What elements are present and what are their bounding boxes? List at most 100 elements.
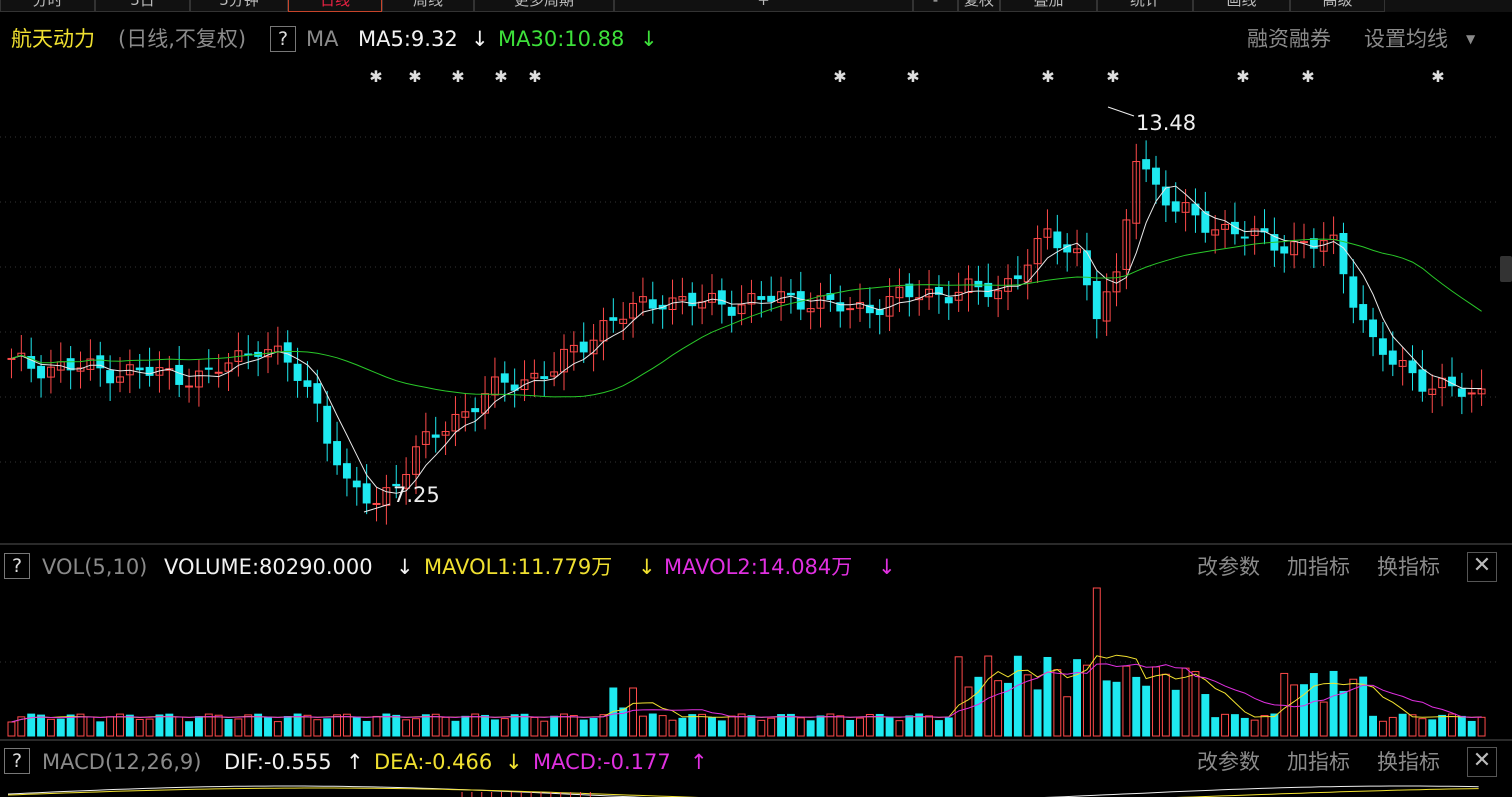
volume-bar [1161, 673, 1170, 737]
tab-3[interactable]: 日线 [288, 0, 382, 12]
tab-6[interactable]: + [614, 0, 913, 12]
close-icon[interactable]: ✕ [1467, 552, 1497, 582]
volume-bar [204, 713, 213, 737]
macd-chart[interactable] [0, 780, 1500, 797]
volume-bar [954, 656, 963, 737]
arrow-down-icon: ↓ [638, 555, 656, 579]
tab-12[interactable]: 高级 [1290, 0, 1385, 12]
arrow-down-icon: ↓ [471, 27, 489, 51]
volume-bar [135, 718, 144, 737]
change-indicator-button[interactable]: 换指标 [1377, 747, 1440, 777]
volume-bar [589, 717, 598, 737]
volume-bar [1448, 713, 1456, 737]
volume-bar [37, 714, 46, 737]
volume-bar [846, 719, 855, 737]
volume-bar [678, 717, 687, 737]
volume-bar [155, 714, 164, 737]
help-button[interactable]: ? [4, 553, 30, 579]
candle-body [1349, 276, 1358, 308]
volume-bar [905, 715, 914, 737]
mavol2-line [11, 663, 1482, 723]
candle-body [333, 441, 342, 466]
candle-body [1339, 233, 1348, 275]
dea-value: DEA:-0.466 [374, 750, 493, 774]
volume-bar [1191, 671, 1200, 737]
volume-bar [421, 714, 430, 737]
volume-bar [727, 715, 736, 737]
close-icon[interactable]: ✕ [1467, 747, 1497, 777]
volume-bar [175, 716, 184, 737]
tab-10[interactable]: 统计 [1097, 0, 1193, 12]
candle-body [1457, 388, 1466, 397]
volume-bar [1102, 680, 1111, 737]
scrollbar-handle[interactable] [1500, 256, 1512, 282]
volume-bar [717, 720, 726, 737]
event-marker-icon: ✱ [1236, 67, 1249, 86]
set-ma-button[interactable]: 设置均线 [1364, 24, 1448, 54]
volume-indicator-name: VOL(5,10) [42, 555, 148, 579]
volume-bar [1171, 689, 1180, 737]
event-marker-icon: ✱ [451, 67, 464, 86]
candle-body [1418, 369, 1427, 392]
tab-8[interactable]: 复权 [958, 0, 1000, 12]
volume-bar [1378, 720, 1387, 737]
volume-bar [1388, 716, 1397, 737]
change-indicator-button[interactable]: 换指标 [1377, 552, 1440, 582]
tab-0[interactable]: 分时 [0, 0, 95, 12]
volume-bar [569, 715, 578, 737]
help-button[interactable]: ? [270, 26, 296, 52]
volume-bar [1181, 667, 1190, 737]
volume-bar [579, 719, 588, 737]
edit-params-button[interactable]: 改参数 [1197, 552, 1260, 582]
margin-trading-button[interactable]: 融资融券 [1247, 24, 1331, 54]
volume-bar [925, 715, 934, 737]
volume-bar [1260, 715, 1269, 737]
edit-params-button[interactable]: 改参数 [1197, 747, 1260, 777]
volume-bar [609, 687, 618, 737]
volume-bar [412, 718, 420, 737]
candle-body [214, 371, 223, 374]
volume-chart[interactable] [0, 584, 1500, 738]
candle-body [1171, 201, 1180, 212]
ma30-line [11, 238, 1482, 398]
volume-bar [1053, 669, 1062, 737]
tab-2[interactable]: 5分钟 [190, 0, 288, 12]
candle-body [431, 434, 440, 438]
volume-bar [540, 720, 549, 737]
add-indicator-button[interactable]: 加指标 [1287, 552, 1350, 582]
volume-bar [1043, 656, 1052, 737]
chevron-down-icon: ▼ [1466, 32, 1476, 46]
tab-11[interactable]: 画线 [1193, 0, 1290, 12]
help-button[interactable]: ? [4, 748, 30, 774]
volume-bar [1221, 713, 1230, 737]
candle-body [204, 367, 213, 370]
volume-bar [1013, 655, 1022, 737]
tab-1[interactable]: 5日 [95, 0, 190, 12]
volume-bar [323, 718, 332, 737]
volume-bar [1408, 714, 1417, 737]
price-chart[interactable]: 13.48 7.25 ✱ ✱ ✱ ✱ ✱ ✱ ✱ ✱ ✱ ✱ ✱ ✱ [0, 60, 1500, 542]
volume-panel-header: ? VOL(5,10) VOLUME:80290.000 ↓ MAVOL1:11… [0, 552, 1512, 582]
volume-bar [777, 714, 786, 737]
period-tab-bar: 分时 5日 5分钟 日线 周线 更多周期 + - 复权 叠加 统计 画线 高级 [0, 0, 1512, 12]
tab-9[interactable]: 叠加 [1000, 0, 1097, 12]
tab-7[interactable]: - [913, 0, 958, 12]
add-indicator-button[interactable]: 加指标 [1287, 747, 1350, 777]
tab-4[interactable]: 周线 [382, 0, 474, 12]
volume-bar [66, 714, 75, 737]
volume-bar [471, 713, 480, 737]
volume-bar [599, 714, 608, 737]
candle-body [175, 364, 184, 385]
tab-5[interactable]: 更多周期 [474, 0, 614, 12]
candle-body [846, 308, 855, 311]
volume-bar [1477, 716, 1486, 737]
event-marker-icon: ✱ [1431, 67, 1444, 86]
volume-bar [1240, 717, 1249, 737]
candle-body [323, 405, 332, 444]
macd-panel-header: ? MACD(12,26,9) DIF:-0.555 ↑ DEA:-0.466 … [0, 747, 1512, 777]
candle-body [1408, 360, 1417, 374]
volume-bar [1319, 701, 1328, 737]
volume-bar [1467, 720, 1476, 737]
panel-divider [0, 543, 1512, 545]
volume-bar [7, 721, 16, 737]
